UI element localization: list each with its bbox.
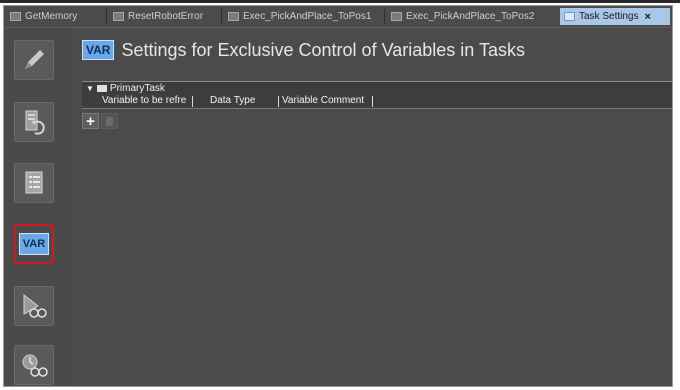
tab-exec-pickandplace-topos2[interactable]: Exec_PickAndPlace_ToPos2	[387, 8, 555, 25]
tab-bar: GetMemory ResetRobotError Exec_PickAndPl…	[4, 6, 672, 28]
tab-label: Task Settings	[579, 11, 639, 22]
watch-icon	[23, 293, 47, 318]
settings-icon	[564, 12, 575, 21]
document-icon	[391, 12, 402, 21]
delete-row-button[interactable]	[101, 113, 118, 129]
sidebar-item-list[interactable]	[14, 163, 54, 203]
tab-label: GetMemory	[25, 11, 78, 22]
column-divider[interactable]	[192, 96, 193, 107]
timer-watch-icon	[22, 354, 48, 377]
table-header-row: Variable to be refre Data Type Variable …	[82, 94, 672, 109]
var-icon: VAR	[18, 233, 50, 255]
tab-task-settings[interactable]: Task Settings ×	[560, 8, 670, 25]
tab-label: ResetRobotError	[128, 11, 204, 22]
editor-frame: GetMemory ResetRobotError Exec_PickAndPl…	[3, 5, 673, 387]
window-top-border	[0, 0, 680, 3]
tab-label: Exec_PickAndPlace_ToPos1	[243, 11, 372, 22]
sidebar-item-timer-watch[interactable]	[14, 345, 54, 385]
variable-table: ▼ PrimaryTask Variable to be refre Data …	[82, 81, 672, 109]
list-icon	[25, 171, 43, 194]
tab-separator	[221, 9, 222, 24]
main-panel: VAR Settings for Exclusive Control of Va…	[68, 28, 672, 386]
close-icon[interactable]: ×	[644, 11, 650, 23]
sidebar: VAR	[4, 28, 66, 386]
column-divider[interactable]	[278, 96, 279, 107]
column-header-variable-comment[interactable]: Variable Comment	[282, 95, 372, 107]
add-row-button[interactable]: +	[82, 113, 99, 130]
trash-icon	[106, 116, 113, 126]
document-icon	[228, 12, 239, 21]
sidebar-item-edit[interactable]	[14, 40, 54, 80]
tab-label: Exec_PickAndPlace_ToPos2	[406, 11, 535, 22]
program-icon	[25, 110, 45, 135]
var-badge-icon: VAR	[82, 40, 115, 60]
page-title: Settings for Exclusive Control of Variab…	[121, 39, 525, 60]
table-toolbar: +	[82, 113, 118, 130]
pencil-icon	[25, 50, 44, 69]
group-label: PrimaryTask	[109, 82, 165, 94]
document-icon	[10, 12, 21, 21]
tab-separator	[384, 9, 385, 24]
tab-exec-pickandplace-topos1[interactable]: Exec_PickAndPlace_ToPos1	[224, 8, 382, 25]
column-header-data-type[interactable]: Data Type	[210, 95, 280, 107]
column-divider[interactable]	[372, 96, 373, 107]
table-group-row[interactable]: ▼ PrimaryTask	[82, 81, 672, 94]
page-header: VAR Settings for Exclusive Control of Va…	[82, 37, 525, 63]
tab-resetroboterror[interactable]: ResetRobotError	[109, 8, 219, 25]
sidebar-item-var[interactable]: VAR	[14, 224, 54, 264]
sidebar-item-watch[interactable]	[14, 286, 54, 326]
document-icon	[113, 12, 124, 21]
column-header-variable[interactable]: Variable to be refre	[102, 95, 190, 107]
sidebar-item-program[interactable]	[14, 102, 54, 142]
tab-getmemory[interactable]: GetMemory	[6, 8, 104, 25]
tab-separator	[106, 9, 107, 24]
expand-triangle-icon[interactable]: ▼	[86, 84, 94, 93]
folder-icon	[96, 84, 107, 92]
